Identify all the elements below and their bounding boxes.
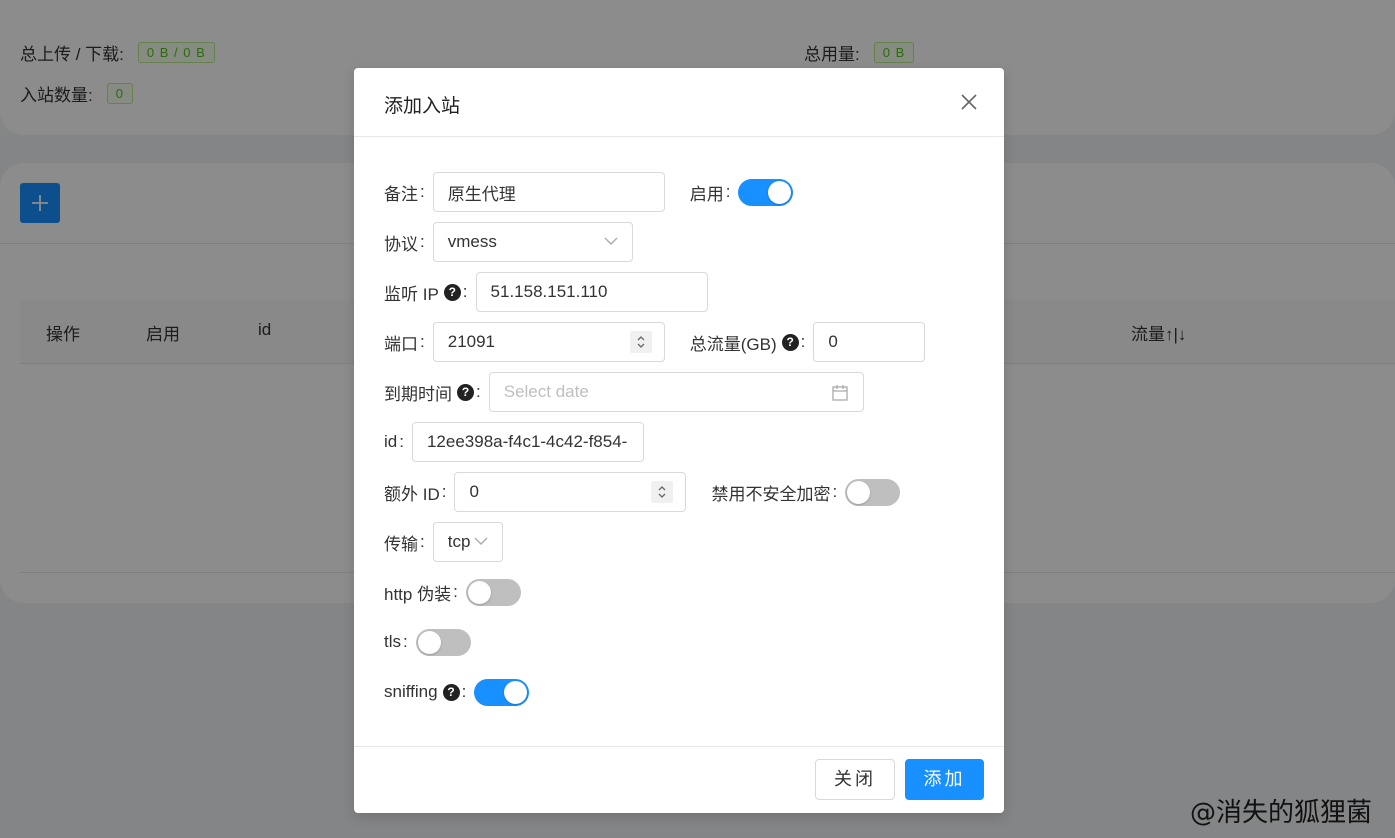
expire-placeholder: Select date bbox=[503, 382, 589, 401]
add-inbound-modal: 添加入站 备注: 原生代理 启用: 协议: vmess 监听 IP?: 51.1… bbox=[354, 68, 1004, 813]
switch-knob bbox=[467, 580, 491, 604]
protocol-label: 协议: bbox=[384, 230, 433, 255]
uuid-label: id: bbox=[384, 432, 412, 452]
port-input[interactable]: 21091 bbox=[432, 322, 665, 362]
colon: : bbox=[441, 482, 447, 501]
listen-ip-row: 监听 IP?: 51.158.151.110 bbox=[384, 272, 708, 312]
port-label: 端口: bbox=[384, 330, 433, 355]
modal-title: 添加入站 bbox=[384, 96, 461, 117]
expire-row: 到期时间?: Select date bbox=[384, 372, 864, 412]
enable-label-text: 启用 bbox=[689, 184, 724, 204]
stepper-arrows-icon bbox=[659, 486, 666, 498]
port-value: 21091 bbox=[447, 332, 496, 351]
watermark: @消失的狐狸菌 bbox=[1190, 798, 1373, 828]
colon: : bbox=[725, 182, 731, 201]
chevron-down-icon bbox=[474, 537, 488, 545]
chevron-down-icon bbox=[604, 237, 618, 245]
remark-label-text: 备注 bbox=[384, 184, 418, 204]
colon: : bbox=[476, 382, 481, 401]
tls-label-text: tls bbox=[384, 632, 401, 651]
colon: : bbox=[399, 432, 404, 451]
remark-input[interactable]: 原生代理 bbox=[432, 172, 665, 212]
disable-insecure-switch[interactable] bbox=[845, 478, 901, 506]
colon: : bbox=[420, 332, 425, 351]
tls-switch[interactable] bbox=[415, 628, 471, 656]
listen-ip-label: 监听 IP?: bbox=[384, 280, 476, 305]
uuid-input[interactable]: 12ee398a-f4c1-4c42-f854- bbox=[411, 422, 644, 462]
port-row: 端口: 21091 总流量(GB)?: 0 bbox=[384, 322, 926, 362]
total-traffic-label-text: 总流量(GB) bbox=[689, 334, 777, 354]
sniffing-row: sniffing?: bbox=[384, 672, 530, 712]
transport-row: 传输: tcp bbox=[384, 522, 503, 562]
colon: : bbox=[420, 532, 425, 551]
stepper-arrows-icon bbox=[637, 336, 645, 348]
colon: : bbox=[420, 232, 425, 251]
calendar-icon bbox=[832, 385, 848, 401]
modal-footer: 关闭 添加 bbox=[354, 746, 1004, 813]
enable-switch[interactable] bbox=[738, 178, 794, 206]
question-circle-icon[interactable]: ? bbox=[781, 333, 799, 351]
expire-label: 到期时间?: bbox=[384, 380, 489, 405]
port-stepper[interactable] bbox=[629, 331, 652, 353]
expire-label-text: 到期时间 bbox=[384, 384, 452, 404]
protocol-label-text: 协议 bbox=[384, 234, 418, 254]
switch-knob bbox=[847, 480, 871, 504]
colon: : bbox=[800, 332, 806, 351]
http-camouflage-label-text: http 伪装 bbox=[384, 584, 452, 604]
close-icon[interactable] bbox=[960, 93, 978, 111]
protocol-value: vmess bbox=[447, 232, 497, 251]
question-circle-icon[interactable]: ? bbox=[443, 283, 461, 301]
transport-value: tcp bbox=[447, 532, 471, 551]
alter-id-input[interactable]: 0 bbox=[454, 472, 687, 512]
question-circle-icon[interactable]: ? bbox=[457, 383, 474, 401]
enable-label: 启用: bbox=[690, 180, 739, 205]
disable-insecure-label-text: 禁用不安全加密 bbox=[711, 484, 831, 504]
protocol-row: 协议: vmess bbox=[384, 222, 633, 262]
protocol-select[interactable]: vmess bbox=[432, 222, 633, 262]
alter-id-stepper[interactable] bbox=[651, 481, 674, 503]
alter-id-label: 额外 ID: bbox=[384, 480, 454, 505]
colon: : bbox=[453, 582, 458, 601]
colon: : bbox=[461, 682, 467, 701]
uuid-label-text: id bbox=[384, 432, 398, 451]
transport-label: 传输: bbox=[384, 530, 433, 555]
switch-knob bbox=[768, 180, 792, 204]
alter-id-label-text: 额外 ID bbox=[384, 484, 440, 504]
http-camouflage-label: http 伪装: bbox=[384, 580, 466, 605]
remark-label: 备注: bbox=[384, 180, 433, 205]
transport-label-text: 传输 bbox=[384, 534, 418, 554]
listen-ip-input[interactable]: 51.158.151.110 bbox=[475, 272, 708, 312]
expire-date-picker[interactable]: Select date bbox=[488, 372, 864, 412]
remark-row: 备注: 原生代理 启用: bbox=[384, 172, 794, 212]
total-traffic-input[interactable]: 0 bbox=[813, 322, 926, 362]
http-camouflage-switch[interactable] bbox=[465, 578, 521, 606]
colon: : bbox=[420, 182, 425, 201]
add-button[interactable]: 添加 bbox=[905, 759, 984, 800]
alter-id-value: 0 bbox=[469, 482, 479, 501]
colon: : bbox=[832, 482, 838, 501]
colon: : bbox=[403, 632, 408, 651]
close-button[interactable]: 关闭 bbox=[815, 759, 895, 800]
sniffing-label-text: sniffing bbox=[384, 682, 438, 701]
modal-header: 添加入站 bbox=[354, 68, 1004, 137]
switch-knob bbox=[417, 630, 441, 654]
port-label-text: 端口 bbox=[384, 334, 418, 354]
question-circle-icon[interactable]: ? bbox=[442, 683, 460, 701]
uuid-row: id: 12ee398a-f4c1-4c42-f854- bbox=[384, 422, 644, 462]
sniffing-label: sniffing?: bbox=[384, 682, 474, 702]
listen-ip-label-text: 监听 IP bbox=[384, 284, 439, 304]
sniffing-switch[interactable] bbox=[474, 678, 530, 706]
alter-id-row: 额外 ID: 0 禁用不安全加密: bbox=[384, 472, 901, 512]
transport-select[interactable]: tcp bbox=[432, 522, 503, 562]
switch-knob bbox=[504, 680, 528, 704]
total-traffic-label: 总流量(GB)?: bbox=[690, 330, 814, 355]
disable-insecure-label: 禁用不安全加密: bbox=[711, 480, 845, 505]
colon: : bbox=[462, 282, 468, 301]
tls-row: tls: bbox=[384, 622, 471, 662]
http-camouflage-row: http 伪装: bbox=[384, 572, 521, 612]
tls-label: tls: bbox=[384, 632, 416, 652]
